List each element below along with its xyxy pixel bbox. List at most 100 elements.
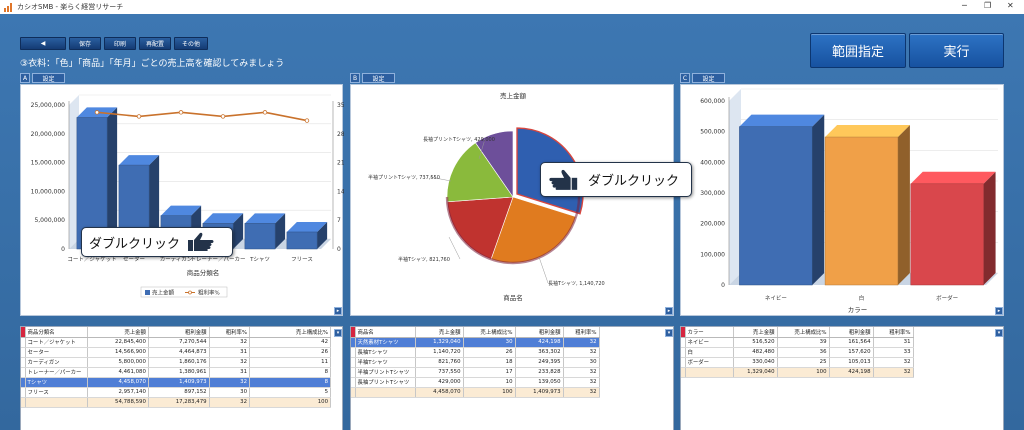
table-cell: 161,564	[829, 337, 874, 348]
table-row[interactable]: 半袖プリントTシャツ 737,550 17 233,828 32	[351, 367, 600, 378]
table-cell: 白	[685, 347, 734, 358]
table-row[interactable]: セーター 14,566,900 4,464,873 31 26	[21, 347, 331, 358]
table-cell: 330,040	[733, 357, 778, 368]
column-header[interactable]: 売上金額	[415, 327, 464, 338]
table-cell: 424,198	[515, 337, 564, 348]
table-row[interactable]: フリース 2,957,140 897,152 30 5	[21, 387, 331, 398]
table-cell: ボーダー	[685, 357, 734, 368]
table-cell: 54,788,590	[87, 397, 149, 408]
legend-bar-icon	[145, 290, 150, 295]
table-cell: ネイビー	[685, 337, 734, 348]
minimize-button[interactable]: ─	[962, 1, 967, 10]
table-cell: 14,566,900	[87, 347, 149, 358]
table-cell: 363,302	[515, 347, 564, 358]
table-row[interactable]: ネイビー 516,520 39 161,564 31	[681, 337, 914, 348]
table-row[interactable]: トレーナー／パーカー 4,461,080 1,380,961 31 8	[21, 367, 331, 378]
column-header[interactable]: 売上構成比%	[463, 327, 516, 338]
chart-b-leader-line	[448, 236, 461, 260]
panel-b-settings-button[interactable]: 設定	[362, 73, 395, 83]
table-cell	[685, 367, 734, 378]
save-button[interactable]: 保存	[69, 37, 101, 50]
grid-c-menu-icon[interactable]: ▾	[995, 329, 1003, 337]
table-cell: セーター	[25, 347, 89, 358]
column-header[interactable]: 粗利金額	[515, 327, 564, 338]
chart-panel-a[interactable]: 0 5,000,000 10,000,000 15,000,000 20,000,000…	[20, 84, 344, 317]
column-header[interactable]: 商品名	[355, 327, 416, 338]
run-button[interactable]: 実行	[909, 33, 1004, 68]
table-cell: 821,760	[415, 357, 464, 368]
table-row[interactable]: 半袖Tシャツ 821,760 18 249,395 30	[351, 357, 600, 368]
column-header[interactable]: 粗利率%	[873, 327, 914, 338]
other-button[interactable]: その他	[174, 37, 208, 50]
chart-c-y-tick: 200,000	[700, 221, 725, 228]
chart-c-bar-top	[825, 125, 910, 138]
panel-a-settings-button[interactable]: 設定	[32, 73, 65, 83]
product-table[interactable]: 商品名 売上金額 売上構成比% 粗利金額 粗利率% 天然素材Tシャツ 1,329,040 30…	[351, 327, 600, 398]
product-pie-chart[interactable]: 売上金額長袖プリントTシャツ, 429,000 半袖プリントTシャツ, 737,5…	[351, 85, 675, 317]
restore-button[interactable]: ❐	[984, 1, 991, 10]
table-row[interactable]: 長袖Tシャツ 1,140,720 26 363,302 32	[351, 347, 600, 358]
category-table[interactable]: 商品分類名 売上金額 粗利金額 粗利率% 売上構成比% コート／ジャケット 22,845,4…	[21, 327, 331, 408]
column-header[interactable]: 売上金額	[733, 327, 778, 338]
panel-c-letter: C	[680, 73, 690, 83]
color-bar-chart[interactable]: 0 100,000 200,000 300,000 400,000 500,000 600,…	[681, 85, 1005, 317]
chart-c-x-tick: ネイビー	[765, 294, 787, 302]
panel-b-header: B 設定	[350, 73, 395, 83]
total-row[interactable]: 1,329,040 100 424,198 32	[681, 367, 914, 378]
panel-c-expand-icon[interactable]: ▸	[995, 307, 1003, 315]
callout-left-text: ダブルクリック	[89, 236, 181, 252]
chart-a-y-tick: 5,000,000	[34, 217, 65, 224]
table-row[interactable]: コート／ジャケット 22,845,400 7,270,544 32 42	[21, 337, 331, 348]
grid-b-menu-icon[interactable]: ▾	[665, 329, 673, 337]
table-row[interactable]: Tシャツ 4,458,070 1,409,973 32 8	[21, 377, 331, 388]
table-cell: 半袖Tシャツ	[355, 357, 416, 368]
chart-b-slice-label: 長袖プリントTシャツ, 429,000	[423, 136, 495, 143]
print-button[interactable]: 印刷	[104, 37, 136, 50]
column-header[interactable]: 粗利率%	[563, 327, 600, 338]
table-cell: 1,140,720	[415, 347, 464, 358]
column-header[interactable]: 粗利金額	[148, 327, 210, 338]
chart-c-bar-side	[812, 114, 825, 286]
panel-c-settings-button[interactable]: 設定	[692, 73, 725, 83]
instruction-text: ③衣料：「色」「商品」「年月」ごとの売上高を確認してみましょう	[20, 59, 285, 69]
total-row[interactable]: 4,458,070 100 1,409,973 32	[351, 387, 600, 398]
rearrange-button[interactable]: 再配置	[139, 37, 171, 50]
panel-b-expand-icon[interactable]: ▸	[665, 307, 673, 315]
column-header[interactable]: 粗利率%	[209, 327, 251, 338]
table-cell: 32	[209, 337, 251, 348]
table-row[interactable]: ボーダー 330,040 25 105,013 32	[681, 357, 914, 368]
chart-a-y-tick: 15,000,000	[31, 160, 66, 167]
panel-a-header: A 設定	[20, 73, 65, 83]
table-row[interactable]: 長袖プリントTシャツ 429,000 10 139,050 32	[351, 377, 600, 388]
close-button[interactable]: ✕	[1007, 1, 1014, 10]
column-header[interactable]: 売上構成比%	[777, 327, 830, 338]
range-button[interactable]: 範囲指定	[810, 33, 906, 68]
table-row[interactable]: 白 482,480 36 157,620 33	[681, 347, 914, 358]
column-header[interactable]: カラー	[685, 327, 734, 338]
category-bar-line-chart[interactable]: 0 5,000,000 10,000,000 15,000,000 20,000,000…	[21, 85, 344, 317]
grid-panel-c: カラー 売上金額 売上構成比% 粗利金額 粗利率% ネイビー 516,520 39 161,56…	[680, 326, 1004, 430]
chart-panel-c[interactable]: 0 100,000 200,000 300,000 400,000 500,000 600,…	[680, 84, 1004, 316]
column-header[interactable]: 売上金額	[87, 327, 149, 338]
table-row[interactable]: カーディガン 5,800,000 1,860,176 32 11	[21, 357, 331, 368]
table-cell: 17	[463, 367, 516, 378]
color-table[interactable]: カラー 売上金額 売上構成比% 粗利金額 粗利率% ネイビー 516,520 39 161,56…	[681, 327, 914, 378]
chart-panel-b[interactable]: 売上金額 長袖プリントTシャツ, 429,000 半袖プリントTシャツ, 737,5…	[350, 84, 674, 316]
app-icon	[4, 2, 14, 12]
pointing-hand-icon	[188, 232, 214, 251]
column-header[interactable]: 商品分類名	[25, 327, 89, 338]
table-cell: 5,800,000	[87, 357, 149, 368]
grid-a-menu-icon[interactable]: ▾	[334, 329, 342, 337]
column-header[interactable]: 粗利金額	[829, 327, 874, 338]
total-row[interactable]: 54,788,590 17,283,479 32 100	[21, 397, 331, 408]
chart-a-y-tick: 0	[61, 246, 65, 253]
table-cell: 18	[463, 357, 516, 368]
back-button[interactable]: ◀	[20, 37, 66, 50]
chart-b-x-label: 商品名	[503, 293, 523, 302]
column-header[interactable]: 売上構成比%	[249, 327, 331, 338]
table-cell: 天然素材Tシャツ	[355, 337, 416, 348]
panel-a-expand-icon[interactable]: ▸	[334, 307, 342, 315]
table-row[interactable]: 天然素材Tシャツ 1,329,040 30 424,198 32	[351, 337, 600, 348]
table-cell: 11	[249, 357, 331, 368]
chart-a-y2-tick: 7	[337, 217, 341, 224]
